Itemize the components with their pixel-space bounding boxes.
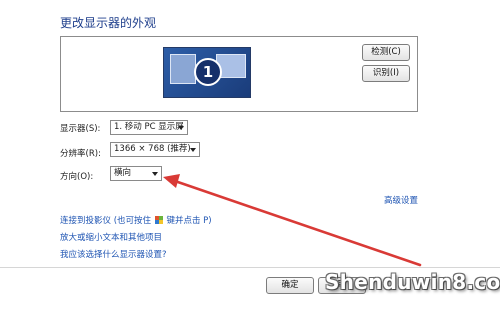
arrow-head xyxy=(163,174,180,188)
arrow-shaft xyxy=(170,178,422,267)
watermark: Shenduwin8.com xyxy=(325,270,500,294)
red-arrow-annotation xyxy=(163,174,422,267)
